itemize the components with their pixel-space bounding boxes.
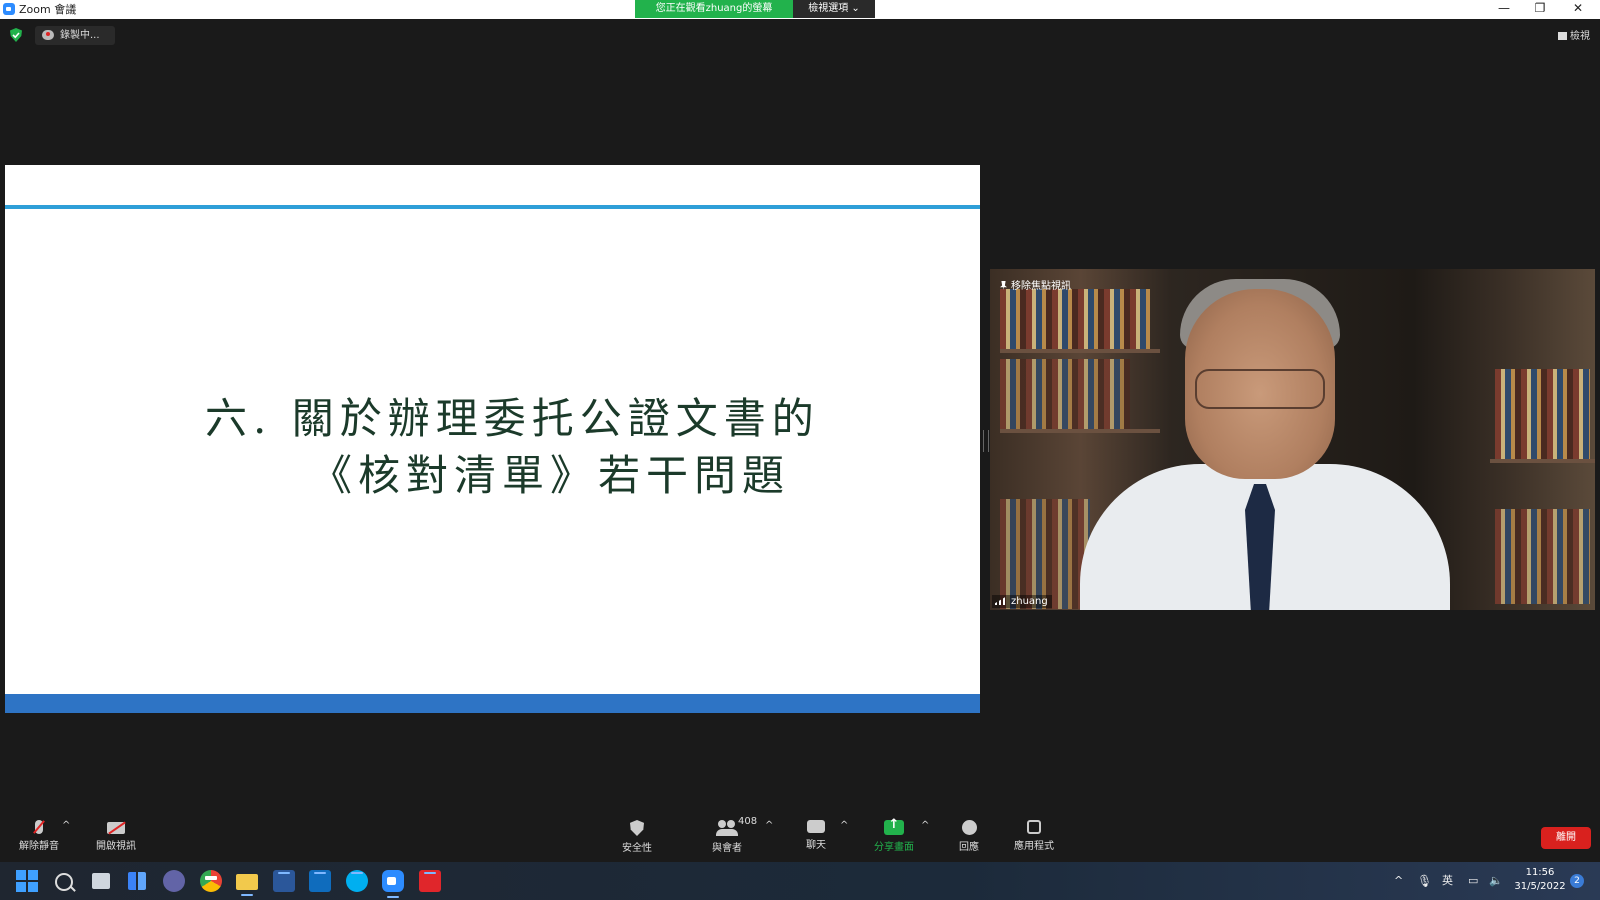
volume-icon[interactable]: 🔈 xyxy=(1489,862,1503,900)
audio-options-caret[interactable]: ^ xyxy=(62,820,70,831)
cloud-record-icon xyxy=(42,30,54,40)
bookshelf-books xyxy=(1495,509,1590,604)
share-screen-icon xyxy=(884,817,904,835)
clock-date: 31/5/2022 xyxy=(1514,881,1566,892)
network-icon[interactable]: ▭ xyxy=(1468,862,1478,900)
task-view-icon[interactable] xyxy=(92,873,110,889)
bookshelf-shelf xyxy=(1490,459,1595,463)
person-glasses xyxy=(1195,369,1325,409)
teams-chat-icon[interactable] xyxy=(163,870,185,892)
notification-badge[interactable]: 2 xyxy=(1570,874,1584,888)
zoom-window: Zoom 會議 您正在觀看zhuang的螢幕 檢視選項 ⌄ — ❐ ✕ 錄製中.… xyxy=(0,0,1600,900)
participant-name: zhuang xyxy=(1011,596,1048,607)
participants-caret[interactable]: ^ xyxy=(765,820,773,831)
view-label: 檢視 xyxy=(1570,31,1590,42)
participant-name-label: zhuang xyxy=(992,595,1052,608)
windows-start-icon[interactable] xyxy=(16,870,38,892)
slide-title-line-2: 《核對清單》若干問題 xyxy=(310,451,791,500)
share-screen-button[interactable]: 分享畫面 xyxy=(869,817,919,853)
signal-strength-icon xyxy=(995,596,1007,605)
participant-video-tile[interactable]: 移除焦點視訊 zhuang xyxy=(990,269,1595,610)
tray-overflow-chevron-icon[interactable]: ^ xyxy=(1394,862,1403,900)
video-off-icon xyxy=(107,822,125,834)
chat-caret[interactable]: ^ xyxy=(840,820,848,831)
title-bar: Zoom 會議 您正在觀看zhuang的螢幕 檢視選項 ⌄ — ❐ ✕ xyxy=(0,0,1600,19)
reactions-label: 回應 xyxy=(959,842,979,853)
view-button[interactable]: 檢視 xyxy=(1558,27,1590,42)
recording-label: 錄製中... xyxy=(60,30,100,41)
recording-indicator[interactable]: 錄製中... xyxy=(35,26,115,45)
share-caret[interactable]: ^ xyxy=(921,820,929,831)
bookshelf-books xyxy=(1000,499,1090,609)
window-title: Zoom 會議 xyxy=(19,3,77,16)
share-screen-label: 分享畫面 xyxy=(874,842,914,853)
view-options-button[interactable]: 檢視選項 ⌄ xyxy=(793,0,875,18)
slide-title-line-1: 六. 關於辦理委托公證文書的 xyxy=(205,394,820,443)
participants-icon xyxy=(716,820,738,836)
viewing-screen-banner: 您正在觀看zhuang的螢幕 xyxy=(635,0,793,18)
restore-button[interactable]: ❐ xyxy=(1522,0,1558,19)
chat-label: 聊天 xyxy=(806,840,826,851)
chat-button[interactable]: 聊天 xyxy=(796,820,836,851)
remove-spotlight-label[interactable]: 移除焦點視訊 xyxy=(1000,277,1071,292)
leave-button[interactable]: 離開 xyxy=(1541,827,1591,849)
shared-screen-slide: 六. 關於辦理委托公證文書的 《核對清單》若干問題 xyxy=(5,165,980,713)
security-label: 安全性 xyxy=(622,843,652,854)
bookshelf-books xyxy=(1000,359,1130,429)
apps-label: 應用程式 xyxy=(1014,841,1054,852)
reactions-button[interactable]: 回應 xyxy=(949,820,989,853)
unmute-label: 解除靜音 xyxy=(19,841,59,852)
slide-bottom-bar xyxy=(5,694,980,713)
file-explorer-icon[interactable] xyxy=(236,874,258,896)
windows-taskbar: ^ 🎙 英 ▭ 🔈 11:56 31/5/2022 2 xyxy=(0,862,1600,900)
meeting-controls: 解除靜音 ^ 開啟視訊 安全性 與會者 408 ^ 聊天 ^ 分享畫面 ^ 回應 xyxy=(0,812,1600,860)
pin-label-text: 移除焦點視訊 xyxy=(1011,281,1071,292)
view-grid-icon xyxy=(1558,32,1567,40)
participant-count: 408 xyxy=(738,816,758,827)
bookshelf-books xyxy=(1000,289,1150,349)
microphone-tray-icon[interactable]: 🎙 xyxy=(1417,862,1432,900)
security-shield-icon xyxy=(630,820,644,836)
split-resize-handle[interactable] xyxy=(983,430,989,452)
start-video-label: 開啟視訊 xyxy=(96,841,136,852)
widgets-icon[interactable] xyxy=(128,872,146,890)
chrome-icon[interactable] xyxy=(200,870,222,892)
apps-icon xyxy=(1027,820,1041,834)
minimize-button[interactable]: — xyxy=(1486,0,1522,19)
bookshelf-shelf xyxy=(1000,429,1160,433)
close-button[interactable]: ✕ xyxy=(1560,0,1596,19)
security-button[interactable]: 安全性 xyxy=(614,820,660,854)
encryption-shield-icon[interactable] xyxy=(9,28,23,42)
participants-label: 與會者 xyxy=(712,843,742,854)
clock-time: 11:56 xyxy=(1525,867,1555,878)
skype-icon[interactable] xyxy=(346,870,368,892)
outlook-icon[interactable] xyxy=(309,870,331,892)
word-icon[interactable] xyxy=(273,870,295,892)
ime-indicator[interactable]: 英 xyxy=(1442,862,1453,900)
muted-mic-icon xyxy=(35,820,43,834)
start-video-button[interactable]: 開啟視訊 xyxy=(91,820,141,852)
slide-top-bar xyxy=(5,205,980,209)
search-icon[interactable] xyxy=(55,873,73,891)
pin-icon xyxy=(1000,281,1007,290)
chat-bubble-icon xyxy=(807,820,825,833)
taskbar-clock[interactable]: 11:56 31/5/2022 xyxy=(1510,866,1570,894)
bookshelf-books xyxy=(1495,369,1590,459)
zoom-logo-icon xyxy=(3,3,15,15)
acrobat-icon[interactable] xyxy=(419,870,441,892)
bookshelf-shelf xyxy=(1000,349,1160,353)
zoom-taskbar-icon[interactable] xyxy=(382,870,404,898)
smiley-icon xyxy=(961,820,977,835)
unmute-button[interactable]: 解除靜音 xyxy=(14,820,64,852)
apps-button[interactable]: 應用程式 xyxy=(1009,820,1059,852)
